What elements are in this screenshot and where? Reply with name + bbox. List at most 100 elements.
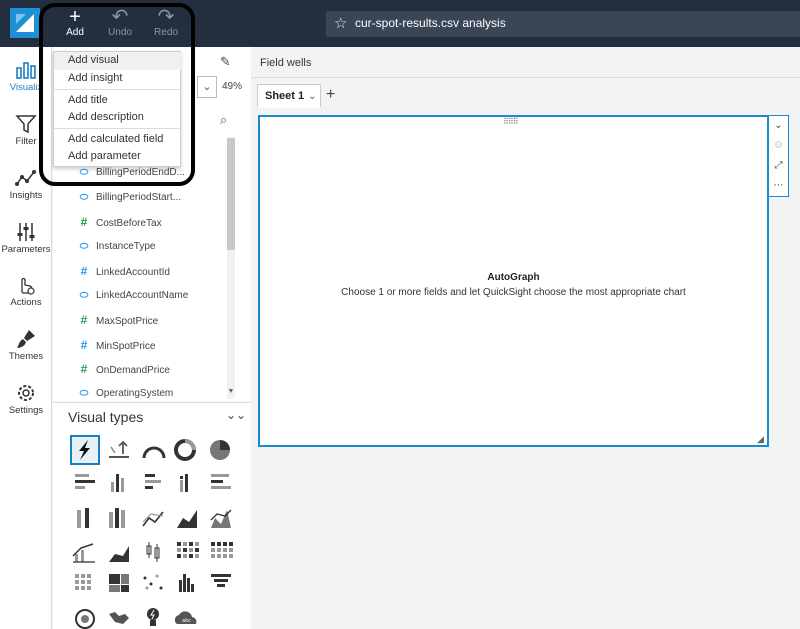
box-plot-icon[interactable]	[146, 542, 160, 562]
autograph-visual-icon[interactable]	[70, 435, 100, 465]
heat-map-icon[interactable]	[177, 542, 199, 558]
dimension-icon: ⬭	[79, 241, 89, 252]
field-item[interactable]: ⬭ InstanceType	[76, 237, 156, 257]
visual-type-grid: abc	[70, 435, 233, 629]
horizontal-bar-icon[interactable]	[75, 474, 95, 489]
field-item[interactable]: ⬭ LinkedAccountName	[76, 286, 189, 306]
combo-area-icon[interactable]	[109, 546, 129, 562]
collapse-icon[interactable]: ⌄⌄	[226, 408, 246, 422]
field-name: OperatingSystem	[96, 388, 174, 399]
measure-icon: #	[80, 362, 88, 376]
rail-themes[interactable]: Themes	[0, 327, 52, 362]
dataset-dropdown-toggle[interactable]: ⌄	[197, 76, 217, 98]
expand-icon[interactable]: ⤢	[769, 156, 788, 176]
field-item[interactable]: # LinkedAccountId	[76, 261, 170, 281]
visual-types-title: Visual types	[68, 409, 144, 425]
stacked-bar-icon[interactable]	[211, 474, 231, 489]
word-cloud-icon[interactable]: abc	[174, 611, 197, 624]
field-name: LinkedAccountId	[96, 267, 170, 278]
field-item[interactable]: # MaxSpotPrice	[76, 310, 159, 330]
field-wells-label: Field wells	[260, 57, 312, 69]
field-item[interactable]: # MinSpotPrice	[76, 335, 156, 355]
field-name: OnDemandPrice	[96, 365, 170, 376]
funnel-icon[interactable]	[211, 574, 231, 587]
clustered-column-icon[interactable]	[180, 474, 188, 492]
settings-icon[interactable]: ⚙	[769, 136, 788, 156]
filter-icon	[15, 115, 37, 134]
dimension-icon: ⬭	[79, 290, 89, 301]
rail-settings[interactable]: Settings	[0, 381, 52, 416]
sheet-tab[interactable]: Sheet 1 ⌄	[257, 84, 321, 108]
rail-actions[interactable]: Actions	[0, 273, 52, 308]
scatter-plot-icon[interactable]	[143, 574, 163, 590]
measure-icon: #	[80, 338, 88, 352]
kpi-visual-icon[interactable]	[109, 440, 129, 458]
histogram-icon[interactable]	[179, 574, 194, 592]
measure-icon: #	[80, 215, 88, 229]
resize-handle-icon[interactable]: ◢	[757, 434, 764, 445]
insights-icon	[15, 170, 36, 186]
dimension-icon: ⬭	[79, 388, 89, 399]
tree-map-icon[interactable]	[109, 574, 129, 592]
collapse-visual-icon[interactable]: ⌄	[769, 116, 788, 136]
chevron-down-icon[interactable]: ⌄	[308, 91, 316, 102]
chevron-down-icon: ⌄	[202, 81, 212, 93]
rail-parameters-label: Parameters	[1, 244, 51, 255]
geospatial-map-icon[interactable]	[109, 612, 129, 624]
add-sheet-button[interactable]: +	[326, 86, 335, 104]
field-name: BillingPeriodStart...	[96, 192, 182, 203]
rail-parameters[interactable]: Parameters	[0, 220, 52, 255]
stacked-area-icon[interactable]	[210, 509, 232, 528]
rail-actions-label: Actions	[10, 297, 42, 308]
autograph-title: AutoGraph	[487, 272, 540, 283]
field-name: MaxSpotPrice	[96, 316, 159, 327]
parameters-icon	[17, 223, 35, 241]
fields-scrollbar-thumb[interactable]	[227, 138, 235, 250]
field-name: LinkedAccountName	[96, 290, 189, 301]
star-icon[interactable]: ☆	[334, 14, 347, 32]
visualize-icon	[16, 62, 36, 79]
field-item[interactable]: ⬭ BillingPeriodStart...	[76, 188, 181, 208]
analysis-name-bar[interactable]: ☆ cur-spot-results.csv analysis	[326, 11, 800, 37]
svg-text:abc: abc	[182, 618, 191, 624]
field-item[interactable]: ⬭ OperatingSystem	[76, 384, 174, 404]
quicksight-logo[interactable]	[10, 8, 40, 38]
measure-icon: #	[80, 313, 88, 327]
settings-icon	[18, 385, 34, 401]
vertical-bar-icon[interactable]	[111, 474, 124, 492]
analysis-name: cur-spot-results.csv analysis	[355, 16, 506, 30]
field-name: MinSpotPrice	[96, 341, 156, 352]
drag-handle-icon[interactable]: ⠿⠿⠿	[503, 117, 519, 126]
field-wells-bar[interactable]	[251, 47, 800, 78]
rail-settings-label: Settings	[8, 405, 44, 416]
insight-visual-icon[interactable]	[147, 608, 159, 626]
rail-insights-label: Insights	[9, 190, 43, 201]
combo-line-bar-icon[interactable]	[72, 543, 95, 563]
clustered-bar-icon[interactable]	[145, 474, 161, 489]
field-item[interactable]: # OnDemandPrice	[76, 359, 170, 379]
more-options-icon[interactable]: ⋯	[769, 176, 788, 196]
stacked-100-column-icon[interactable]	[109, 508, 125, 528]
autograph-subtitle: Choose 1 or more fields and let QuickSig…	[341, 287, 686, 298]
scroll-down-arrow-icon[interactable]: ▼	[227, 388, 235, 395]
field-name: InstanceType	[96, 241, 156, 252]
sheet-tab-label: Sheet 1	[265, 90, 305, 102]
area-chart-icon[interactable]	[177, 510, 197, 528]
line-chart-icon[interactable]	[142, 511, 164, 527]
pivot-table-icon[interactable]	[211, 542, 233, 558]
stacked-column-icon[interactable]	[77, 508, 89, 528]
rail-visualize-label: Visualiz	[9, 82, 43, 93]
gauge-visual-icon[interactable]	[142, 446, 166, 459]
themes-icon	[17, 330, 35, 348]
radar-chart-icon[interactable]	[75, 609, 95, 629]
edit-dataset-icon[interactable]: ✎	[220, 54, 231, 70]
rail-filter-label: Filter	[15, 136, 37, 147]
visual-toolbar: ⌄ ⚙ ⤢ ⋯	[769, 115, 789, 197]
search-icon[interactable]: ⌕	[220, 112, 227, 128]
dimension-icon: ⬭	[79, 192, 89, 203]
actions-icon	[21, 277, 35, 295]
donut-visual-icon[interactable]	[174, 439, 196, 461]
pie-visual-icon[interactable]	[210, 440, 230, 460]
field-item[interactable]: # CostBeforeTax	[76, 212, 162, 232]
table-visual-icon[interactable]	[75, 574, 91, 590]
